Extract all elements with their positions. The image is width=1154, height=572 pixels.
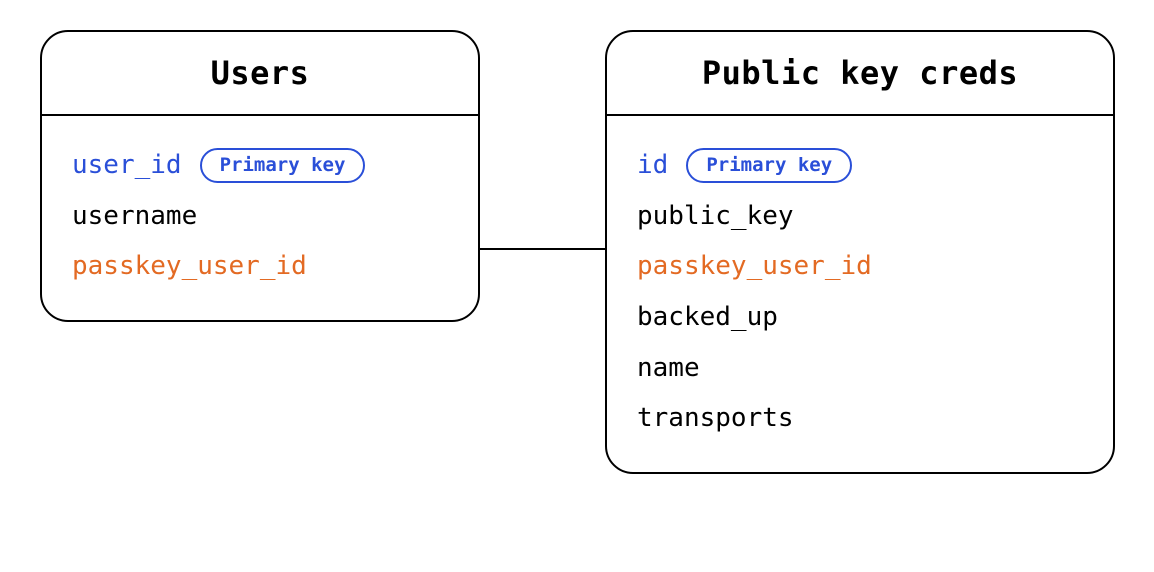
entity-users-title: Users	[211, 54, 310, 92]
primary-key-pill: Primary key	[686, 148, 852, 183]
entity-creds-body: id Primary key public_key passkey_user_i…	[607, 116, 1113, 472]
field-name: name	[637, 343, 700, 394]
field-row: name	[637, 343, 1083, 394]
field-passkey-user-id: passkey_user_id	[637, 241, 872, 292]
relationship-line	[480, 248, 605, 250]
primary-key-pill: Primary key	[200, 148, 366, 183]
field-username: username	[72, 191, 197, 242]
entity-creds-title: Public key creds	[702, 54, 1018, 92]
entity-users: Users user_id Primary key username passk…	[40, 30, 480, 322]
field-row: public_key	[637, 191, 1083, 242]
entity-creds-header: Public key creds	[607, 32, 1113, 116]
field-row: backed_up	[637, 292, 1083, 343]
field-id: id	[637, 140, 668, 191]
field-passkey-user-id: passkey_user_id	[72, 241, 307, 292]
entity-creds: Public key creds id Primary key public_k…	[605, 30, 1115, 474]
field-user-id: user_id	[72, 140, 182, 191]
field-row: passkey_user_id	[72, 241, 448, 292]
field-row: id Primary key	[637, 140, 1083, 191]
entity-users-header: Users	[42, 32, 478, 116]
field-row: passkey_user_id	[637, 241, 1083, 292]
field-public-key: public_key	[637, 191, 794, 242]
field-row: user_id Primary key	[72, 140, 448, 191]
field-transports: transports	[637, 393, 794, 444]
field-row: transports	[637, 393, 1083, 444]
field-backed-up: backed_up	[637, 292, 778, 343]
field-row: username	[72, 191, 448, 242]
entity-users-body: user_id Primary key username passkey_use…	[42, 116, 478, 320]
